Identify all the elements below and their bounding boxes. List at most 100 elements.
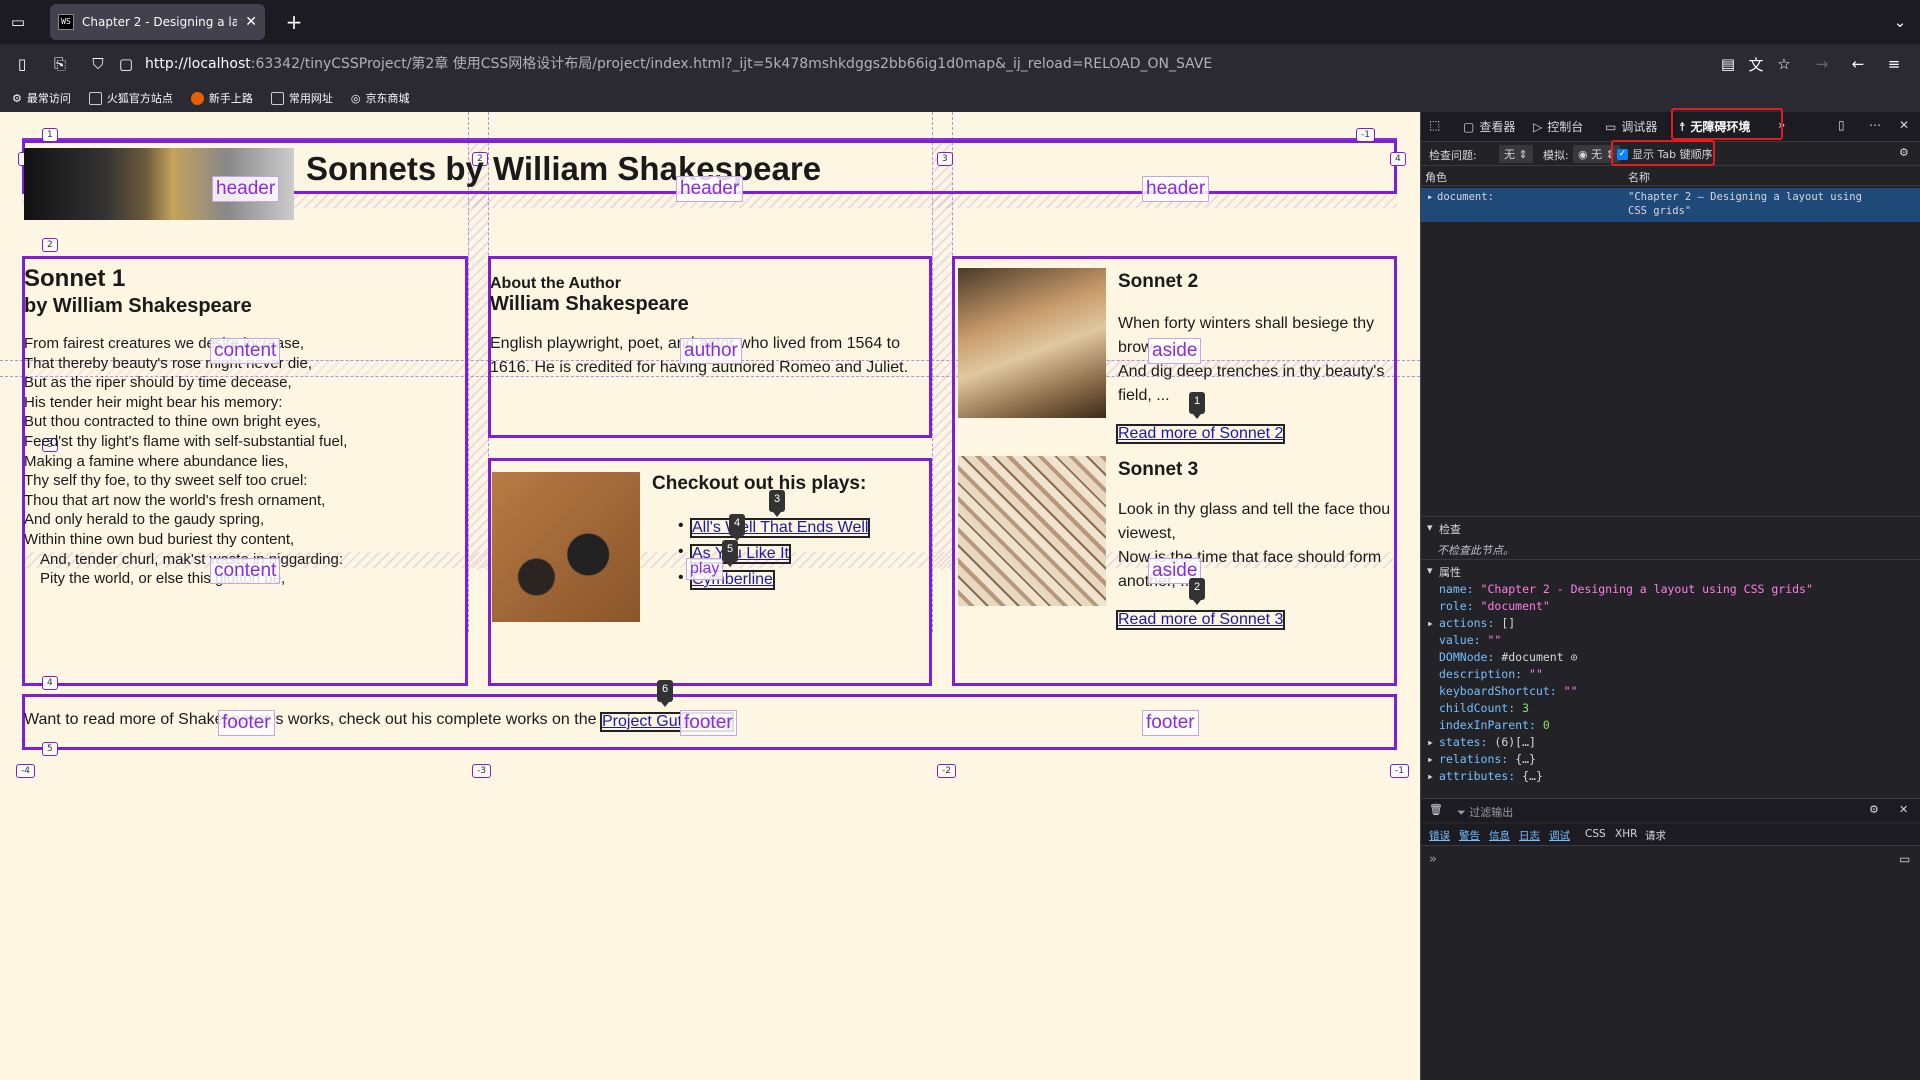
back-icon[interactable]: ←	[1848, 54, 1868, 74]
console-prompt-icon[interactable]: »	[1429, 852, 1437, 867]
forward-icon[interactable]: →	[1812, 54, 1832, 74]
bookmark-item[interactable]: ◎ 京东商城	[351, 90, 410, 106]
console-settings-icon[interactable]: ⚙	[1869, 803, 1879, 816]
reader-view-icon[interactable]: ▤	[1718, 54, 1738, 74]
close-devtools-icon[interactable]: ✕	[1899, 118, 1909, 132]
translate-icon[interactable]: 文	[1746, 54, 1766, 74]
tree-row-document[interactable]: ▸ document: "Chapter 2 – Designing a lay…	[1421, 188, 1920, 222]
browser-tab[interactable]: WS Chapter 2 - Designing a layout u ✕	[50, 4, 265, 40]
filter-css[interactable]: CSS	[1585, 828, 1606, 840]
filter-input[interactable]: ⏷ 过滤输出	[1457, 804, 1513, 820]
prop-states[interactable]: ▸ states: (6)[…]	[1427, 735, 1536, 749]
area-label-aside: aside	[1148, 338, 1202, 364]
properties-header[interactable]: ▾ 属性	[1421, 560, 1920, 580]
expand-arrow-icon[interactable]: ▸	[1427, 769, 1434, 783]
grid-column-number: -1	[1390, 764, 1409, 778]
bookmark-star-icon[interactable]: ☆	[1774, 54, 1794, 74]
bookmark-label: 常用网址	[288, 92, 333, 105]
list-tabs-icon[interactable]: ⌄	[1890, 12, 1910, 32]
prop-value: #document	[1501, 650, 1564, 664]
tree-role: document:	[1437, 191, 1494, 203]
tab-debugger[interactable]: ▭ 调试器	[1605, 118, 1657, 135]
filter-warnings[interactable]: 警告	[1459, 828, 1480, 843]
pick-element-icon[interactable]: ⬚	[1429, 118, 1440, 132]
prop-childcount: childCount: 3	[1439, 701, 1529, 715]
page-title: Sonnets by William Shakespeare	[306, 150, 822, 187]
url-path: :63342/tinyCSSProject/第2章 使用CSS网格设计布局/pr…	[250, 56, 1213, 72]
sonnet2-heading: Sonnet 2	[1118, 271, 1199, 292]
settings-icon[interactable]: ⚙	[1899, 146, 1909, 159]
prop-relations[interactable]: ▸ relations: {…}	[1427, 752, 1536, 766]
filter-placeholder: 过滤输出	[1469, 806, 1514, 819]
new-tab-icon[interactable]: +	[284, 10, 304, 34]
checks-header[interactable]: ▾ 检查	[1421, 516, 1920, 536]
grid-column-number: 4	[1390, 152, 1406, 166]
sonnet3-read-more-link[interactable]: Read more of Sonnet 3	[1115, 610, 1286, 630]
bookmark-item[interactable]: 常用网址	[270, 90, 333, 106]
trash-icon[interactable]: 🗑	[1429, 803, 1443, 816]
prop-actions[interactable]: ▸ actions: []	[1427, 616, 1515, 630]
prop-value: 3	[1522, 701, 1530, 715]
url-bar[interactable]: http://localhost:63342/tinyCSSProject/第2…	[145, 53, 1212, 73]
extensions-icon[interactable]: ⎘	[50, 54, 70, 74]
checks-body: 不检查此节点。	[1421, 538, 1920, 560]
tab-console[interactable]: ▷ 控制台	[1533, 118, 1583, 135]
play-link[interactable]: All's Well That Ends Well	[689, 518, 871, 538]
bookmark-item[interactable]: ⚙ 最常访问	[12, 90, 71, 106]
sonnet2-line: When forty winters shall besiege thy	[1118, 315, 1375, 332]
area-label-author: author	[680, 338, 742, 364]
tab-inspector[interactable]: ▢ 查看器	[1463, 118, 1515, 135]
bookmark-item[interactable]: 火狐官方站点	[88, 90, 173, 106]
close-console-icon[interactable]: ✕	[1899, 803, 1908, 816]
sonnet2-read-more-link[interactable]: Read more of Sonnet 2	[1115, 424, 1286, 444]
filter-logs[interactable]: 日志	[1519, 828, 1540, 843]
split-console-icon[interactable]: ▭	[1899, 852, 1910, 866]
play-bullet: •	[678, 569, 684, 586]
expand-arrow-icon[interactable]: ▸	[1427, 616, 1434, 630]
filter-errors[interactable]: 错误	[1429, 828, 1450, 843]
prop-role: role: "document"	[1439, 599, 1550, 613]
inspector-icon: ▢	[1463, 119, 1475, 134]
bookmark-label: 新手上路	[208, 92, 253, 105]
plays-heading: Checkout out his plays:	[652, 473, 867, 494]
prop-value: 0	[1542, 718, 1550, 732]
menu-icon[interactable]: ≡	[1884, 54, 1904, 74]
prop-value: {…}	[1515, 752, 1536, 766]
select-node-icon[interactable]: ⊙	[1571, 650, 1578, 664]
prop-key: attributes:	[1439, 769, 1516, 783]
check-issues-select[interactable]: 无 ⇕	[1499, 145, 1533, 163]
tree-name: "Chapter 2 – Designing a layout using	[1628, 191, 1862, 203]
simulate-label: 模拟:	[1543, 149, 1569, 162]
filter-info[interactable]: 信息	[1489, 828, 1510, 843]
prop-attributes[interactable]: ▸ attributes: {…}	[1427, 769, 1543, 783]
shield-icon[interactable]: ⛉	[88, 54, 108, 74]
gear-icon: ⚙	[12, 91, 22, 105]
expand-arrow-icon[interactable]: ▸	[1427, 735, 1434, 749]
sonnet3-line: viewest,	[1118, 525, 1176, 542]
expand-arrow-icon[interactable]: ▸	[1427, 191, 1433, 203]
dock-icon[interactable]: ▯	[1838, 118, 1845, 132]
filter-xhr[interactable]: XHR	[1615, 828, 1637, 840]
sonnet1-line: But as the riper should by time decease,	[24, 374, 292, 392]
bookmark-item[interactable]: 新手上路	[190, 90, 253, 106]
sidebar-icon[interactable]: ▯	[12, 54, 32, 74]
prop-key: keyboardShortcut:	[1439, 684, 1557, 698]
expand-arrow-icon[interactable]: ▸	[1427, 752, 1434, 766]
filter-requests[interactable]: 请求	[1645, 828, 1666, 843]
filter-debug[interactable]: 调试	[1549, 828, 1570, 843]
play-bullet: •	[678, 543, 684, 560]
check-issues-label: 检查问题:	[1429, 149, 1477, 162]
grid-row-number: 2	[42, 238, 58, 252]
grid-column-number: -4	[16, 764, 35, 778]
grid-column-number: 3	[937, 152, 953, 166]
firefox-view-icon[interactable]: ▭	[8, 12, 28, 32]
prop-key: indexInParent:	[1439, 718, 1536, 732]
area-label-header: header	[212, 176, 280, 202]
sonnet1-line: And only herald to the gaudy spring,	[24, 511, 265, 529]
ink-and-pen-image	[492, 472, 640, 622]
devtools-panel: ⬚ ▢ 查看器 ▷ 控制台 ▭ 调试器 ☨ 无障碍环境 » ▯ ⋯ ✕ 检查问题: 无 …	[1420, 108, 1920, 1080]
bookmark-label: 最常访问	[26, 92, 71, 105]
sonnet1-line: Thy self thy foe, to thy sweet self too …	[24, 472, 308, 490]
close-tab-icon[interactable]: ✕	[245, 14, 257, 30]
more-options-icon[interactable]: ⋯	[1869, 118, 1881, 132]
